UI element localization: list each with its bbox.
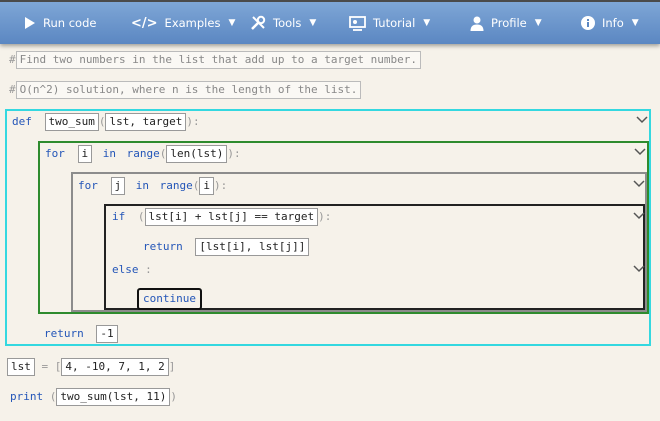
print-arg-field[interactable]: two_sum(lst, 11) (56, 388, 171, 406)
params-field[interactable]: lst, target (105, 113, 187, 131)
if-line: if (lst[i] + lst[j] == target): (112, 208, 331, 226)
run-code-label: Run code (43, 16, 97, 30)
outer-iter-field[interactable]: len(lst) (166, 145, 228, 163)
else-keyword: else (112, 263, 139, 276)
run-code-button[interactable]: Run code (24, 2, 96, 44)
chevron-down-icon: ▼ (228, 18, 236, 28)
print-line: print (two_sum(lst, 11)) (10, 388, 177, 406)
return-value-field[interactable]: [lst[i], lst[j]] (195, 238, 310, 256)
range-keyword: range (159, 179, 193, 192)
for-outer-line: for i in range(len(lst)): (45, 145, 241, 163)
if-keyword: if (112, 210, 126, 223)
comment-field-1[interactable]: Find two numbers in the list that add up… (15, 51, 421, 69)
list-var-field[interactable]: lst (7, 358, 35, 376)
comment-line-2: # O(n^2) solution, where n is the length … (9, 81, 362, 99)
info-label: Info (602, 16, 624, 30)
collapse-for-outer-icon[interactable] (634, 146, 646, 158)
chevron-down-icon: ▼ (309, 18, 317, 28)
profile-menu[interactable]: Profile ▼ (470, 2, 542, 44)
tools-menu[interactable]: Tools ▼ (250, 2, 316, 44)
function-name-field[interactable]: two_sum (44, 113, 99, 131)
examples-menu[interactable]: </> Examples ▼ (131, 2, 235, 44)
print-keyword: print (10, 390, 44, 403)
top-nav: Run code </> Examples ▼ Tools ▼ Tutorial… (0, 0, 660, 44)
if-condition-field[interactable]: lst[i] + lst[j] == target (144, 208, 319, 226)
return-default-field[interactable]: -1 (96, 325, 118, 343)
for-inner-line: for j in range(i): (78, 177, 227, 195)
def-line: def two_sum(lst, target): (12, 113, 200, 131)
tutorial-label: Tutorial (373, 16, 416, 30)
inner-iter-field[interactable]: i (199, 177, 214, 195)
chevron-down-icon: ▼ (534, 18, 542, 28)
profile-label: Profile (491, 16, 527, 30)
chevron-down-icon: ▼ (631, 18, 639, 28)
in-keyword: in (135, 179, 149, 192)
return-pair-line: return [lst[i], lst[j]] (143, 238, 310, 256)
for-keyword: for (78, 179, 98, 192)
examples-label: Examples (164, 16, 221, 30)
info-menu[interactable]: Info ▼ (581, 2, 639, 44)
assignment-line: lst = [4, -10, 7, 1, 2] (7, 358, 175, 376)
user-icon (470, 16, 484, 31)
continue-statement[interactable]: continue (137, 288, 202, 310)
return-keyword: return (143, 240, 183, 253)
collapse-def-icon[interactable] (636, 114, 648, 126)
play-icon (24, 16, 36, 30)
inner-loop-var-field[interactable]: j (110, 177, 126, 195)
tutorial-menu[interactable]: Tutorial ▼ (349, 2, 430, 44)
tools-icon (250, 15, 266, 31)
info-icon (581, 16, 595, 30)
in-keyword: in (102, 147, 116, 160)
comment-hash: # (9, 83, 16, 96)
comment-line-1: # Find two numbers in the list that add u… (9, 51, 421, 69)
code-icon: </> (131, 15, 158, 31)
return-keyword: return (44, 327, 84, 340)
outer-loop-var-field[interactable]: i (77, 145, 93, 163)
for-keyword: for (45, 147, 65, 160)
continue-line: continue (137, 288, 202, 310)
return-default-line: return -1 (44, 325, 118, 343)
chevron-down-icon: ▼ (423, 18, 431, 28)
else-line: else : (112, 263, 152, 276)
collapse-else-icon[interactable] (633, 263, 645, 275)
comment-field-2[interactable]: O(n^2) solution, where n is the length o… (15, 81, 362, 99)
range-keyword: range (126, 147, 160, 160)
presentation-icon (349, 15, 366, 31)
list-value-field[interactable]: 4, -10, 7, 1, 2 (61, 358, 169, 376)
tools-label: Tools (273, 16, 302, 30)
collapse-for-inner-icon[interactable] (633, 178, 645, 190)
collapse-if-icon[interactable] (633, 210, 645, 222)
def-keyword: def (12, 115, 32, 128)
comment-hash: # (9, 53, 16, 66)
